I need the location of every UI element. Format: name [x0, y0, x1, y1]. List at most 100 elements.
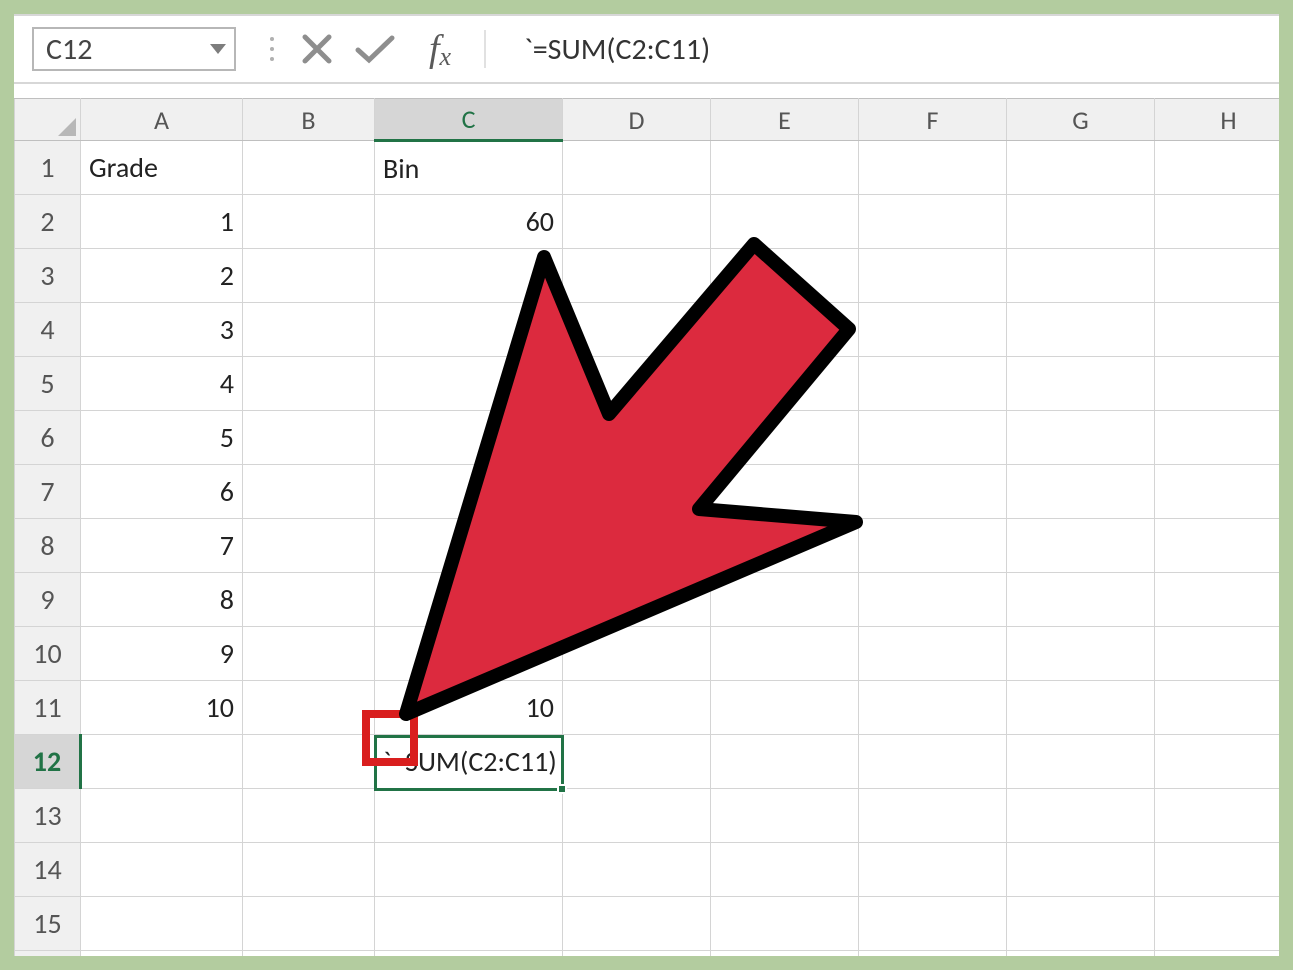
cell-C5[interactable]: [375, 357, 563, 411]
cell-D12[interactable]: [563, 735, 711, 789]
cell-A16[interactable]: [81, 951, 243, 957]
spreadsheet-grid[interactable]: A B C D E F G H 1 Grade Bin 2: [14, 98, 1279, 956]
cell-A2[interactable]: 1: [81, 195, 243, 249]
cell-A10[interactable]: 9: [81, 627, 243, 681]
cell-E5[interactable]: [711, 357, 859, 411]
row-header[interactable]: 3: [15, 249, 81, 303]
cell-B11[interactable]: [243, 681, 375, 735]
cell-C10[interactable]: [375, 627, 563, 681]
cell-F5[interactable]: [859, 357, 1007, 411]
cell-A5[interactable]: 4: [81, 357, 243, 411]
cell-F3[interactable]: [859, 249, 1007, 303]
row-header[interactable]: 6: [15, 411, 81, 465]
cell-D15[interactable]: [563, 897, 711, 951]
select-all-corner[interactable]: [15, 99, 81, 141]
cell-B12[interactable]: [243, 735, 375, 789]
cell-F10[interactable]: [859, 627, 1007, 681]
row-header[interactable]: 11: [15, 681, 81, 735]
col-header-G[interactable]: G: [1007, 99, 1155, 141]
cell-G6[interactable]: [1007, 411, 1155, 465]
cell-D4[interactable]: [563, 303, 711, 357]
row-header[interactable]: 4: [15, 303, 81, 357]
cell-B2[interactable]: [243, 195, 375, 249]
cell-B16[interactable]: [243, 951, 375, 957]
cell-E12[interactable]: [711, 735, 859, 789]
row-header[interactable]: 13: [15, 789, 81, 843]
cell-E11[interactable]: [711, 681, 859, 735]
cell-D11[interactable]: [563, 681, 711, 735]
cell-D10[interactable]: [563, 627, 711, 681]
cell-B6[interactable]: [243, 411, 375, 465]
cell-H15[interactable]: [1155, 897, 1280, 951]
cell-H2[interactable]: [1155, 195, 1280, 249]
cell-G11[interactable]: [1007, 681, 1155, 735]
row-header[interactable]: 14: [15, 843, 81, 897]
cell-B7[interactable]: [243, 465, 375, 519]
cell-C14[interactable]: [375, 843, 563, 897]
cell-E10[interactable]: [711, 627, 859, 681]
insert-function-button[interactable]: fx: [410, 21, 470, 77]
cell-G4[interactable]: [1007, 303, 1155, 357]
cell-E15[interactable]: [711, 897, 859, 951]
cell-F1[interactable]: [859, 141, 1007, 195]
row-header[interactable]: 7: [15, 465, 81, 519]
cell-H5[interactable]: [1155, 357, 1280, 411]
cell-A1[interactable]: Grade: [81, 141, 243, 195]
row-header[interactable]: 1: [15, 141, 81, 195]
row-header[interactable]: 16: [15, 951, 81, 957]
cell-E7[interactable]: [711, 465, 859, 519]
cell-A14[interactable]: [81, 843, 243, 897]
cell-G10[interactable]: [1007, 627, 1155, 681]
cancel-button[interactable]: [290, 21, 344, 77]
cell-F7[interactable]: [859, 465, 1007, 519]
cell-H1[interactable]: [1155, 141, 1280, 195]
cell-F13[interactable]: [859, 789, 1007, 843]
row-header[interactable]: 12: [15, 735, 81, 789]
row-header[interactable]: 15: [15, 897, 81, 951]
cell-B9[interactable]: [243, 573, 375, 627]
cell-D13[interactable]: [563, 789, 711, 843]
cell-A4[interactable]: 3: [81, 303, 243, 357]
cell-A12[interactable]: [81, 735, 243, 789]
cell-C2[interactable]: 60: [375, 195, 563, 249]
cell-A9[interactable]: 8: [81, 573, 243, 627]
col-header-H[interactable]: H: [1155, 99, 1280, 141]
cell-G12[interactable]: [1007, 735, 1155, 789]
cell-F15[interactable]: [859, 897, 1007, 951]
cell-E9[interactable]: [711, 573, 859, 627]
cell-F14[interactable]: [859, 843, 1007, 897]
cell-G13[interactable]: [1007, 789, 1155, 843]
row-header[interactable]: 9: [15, 573, 81, 627]
cell-F16[interactable]: [859, 951, 1007, 957]
cell-A15[interactable]: [81, 897, 243, 951]
col-header-D[interactable]: D: [563, 99, 711, 141]
cell-F2[interactable]: [859, 195, 1007, 249]
cell-E1[interactable]: [711, 141, 859, 195]
cell-A11[interactable]: 10: [81, 681, 243, 735]
cell-H8[interactable]: [1155, 519, 1280, 573]
cell-C12[interactable]: `=SUM(C2:C11): [375, 735, 563, 789]
cell-C8[interactable]: [375, 519, 563, 573]
cell-H6[interactable]: [1155, 411, 1280, 465]
cell-E16[interactable]: [711, 951, 859, 957]
cell-H12[interactable]: [1155, 735, 1280, 789]
enter-button[interactable]: [348, 21, 402, 77]
cell-G8[interactable]: [1007, 519, 1155, 573]
cell-A13[interactable]: [81, 789, 243, 843]
cell-G14[interactable]: [1007, 843, 1155, 897]
col-header-E[interactable]: E: [711, 99, 859, 141]
cell-A3[interactable]: 2: [81, 249, 243, 303]
cell-C3[interactable]: 4: [375, 249, 563, 303]
row-header[interactable]: 10: [15, 627, 81, 681]
col-header-F[interactable]: F: [859, 99, 1007, 141]
cell-H4[interactable]: [1155, 303, 1280, 357]
cell-B1[interactable]: [243, 141, 375, 195]
cell-B4[interactable]: [243, 303, 375, 357]
cell-D2[interactable]: [563, 195, 711, 249]
cell-C13[interactable]: [375, 789, 563, 843]
cell-F4[interactable]: [859, 303, 1007, 357]
cell-A6[interactable]: 5: [81, 411, 243, 465]
cell-H3[interactable]: [1155, 249, 1280, 303]
cell-G15[interactable]: [1007, 897, 1155, 951]
cell-C1[interactable]: Bin: [375, 141, 563, 195]
